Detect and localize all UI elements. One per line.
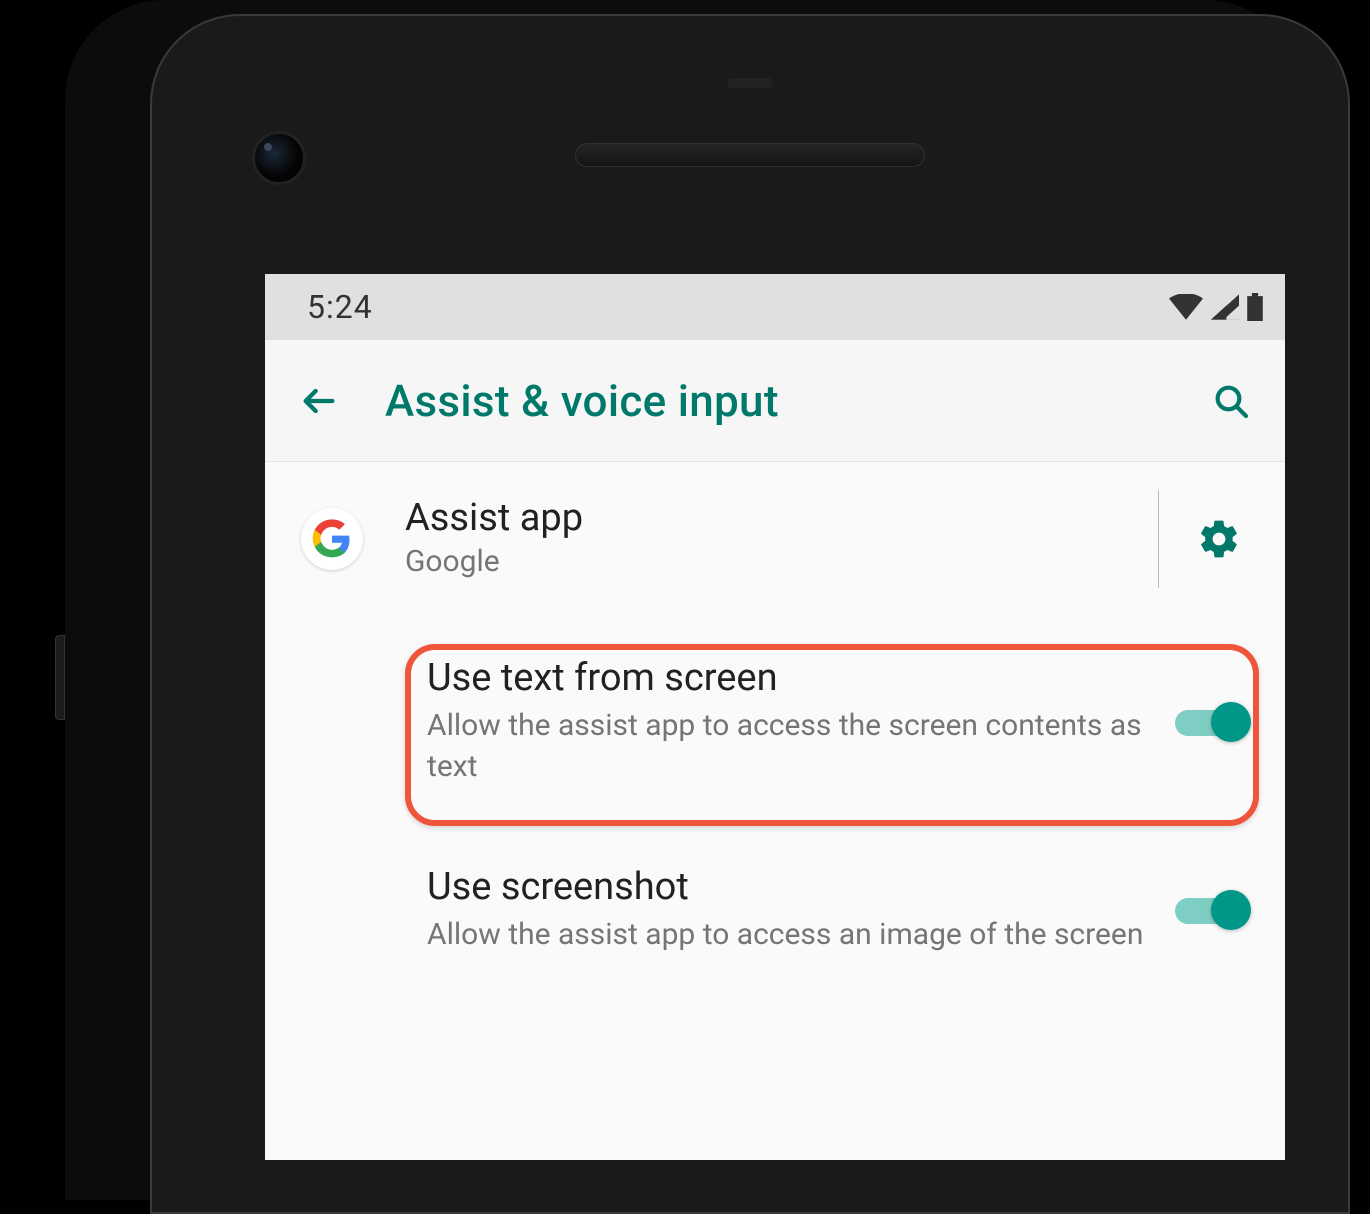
- phone-outer-shell: 5:24 Assist & voic: [65, 0, 1305, 1200]
- assist-app-row[interactable]: Assist app Google: [265, 462, 1285, 616]
- google-app-icon: [301, 508, 363, 570]
- gear-icon: [1197, 517, 1241, 561]
- google-logo-icon: [312, 519, 352, 559]
- status-time: 5:24: [307, 288, 373, 326]
- back-button[interactable]: [291, 373, 347, 429]
- page-title: Assist & voice input: [385, 375, 1165, 427]
- phone-screen: 5:24 Assist & voic: [265, 274, 1285, 1160]
- use-screenshot-subtitle: Allow the assist app to access an image …: [427, 915, 1151, 956]
- wifi-icon: [1169, 294, 1203, 320]
- app-bar: Assist & voice input: [265, 340, 1285, 462]
- use-text-toggle[interactable]: [1175, 702, 1251, 742]
- cellular-icon: [1211, 294, 1239, 320]
- back-arrow-icon: [299, 381, 339, 421]
- battery-icon: [1247, 293, 1263, 321]
- switch-thumb: [1211, 890, 1251, 930]
- use-text-from-screen-row[interactable]: Use text from screen Allow the assist ap…: [265, 616, 1285, 821]
- search-button[interactable]: [1203, 373, 1259, 429]
- status-icons: [1169, 293, 1263, 321]
- settings-list: Assist app Google Use text from screen A…: [265, 462, 1285, 980]
- switch-thumb: [1211, 702, 1251, 742]
- phone-frame: 5:24 Assist & voic: [150, 14, 1350, 1214]
- search-icon: [1211, 381, 1251, 421]
- assist-app-subtitle: Google: [405, 542, 1134, 583]
- phone-side-button: [55, 635, 65, 720]
- use-text-subtitle: Allow the assist app to access the scree…: [427, 706, 1151, 787]
- use-screenshot-row[interactable]: Use screenshot Allow the assist app to a…: [265, 821, 1285, 980]
- use-screenshot-toggle[interactable]: [1175, 890, 1251, 930]
- status-bar: 5:24: [265, 274, 1285, 340]
- assist-app-title: Assist app: [405, 496, 1134, 540]
- assist-app-settings-button[interactable]: [1191, 511, 1247, 567]
- vertical-divider: [1158, 490, 1159, 588]
- phone-camera: [252, 131, 306, 185]
- use-text-title: Use text from screen: [427, 656, 1151, 700]
- phone-sensor: [727, 78, 773, 88]
- phone-speaker: [575, 143, 925, 167]
- use-screenshot-title: Use screenshot: [427, 865, 1151, 909]
